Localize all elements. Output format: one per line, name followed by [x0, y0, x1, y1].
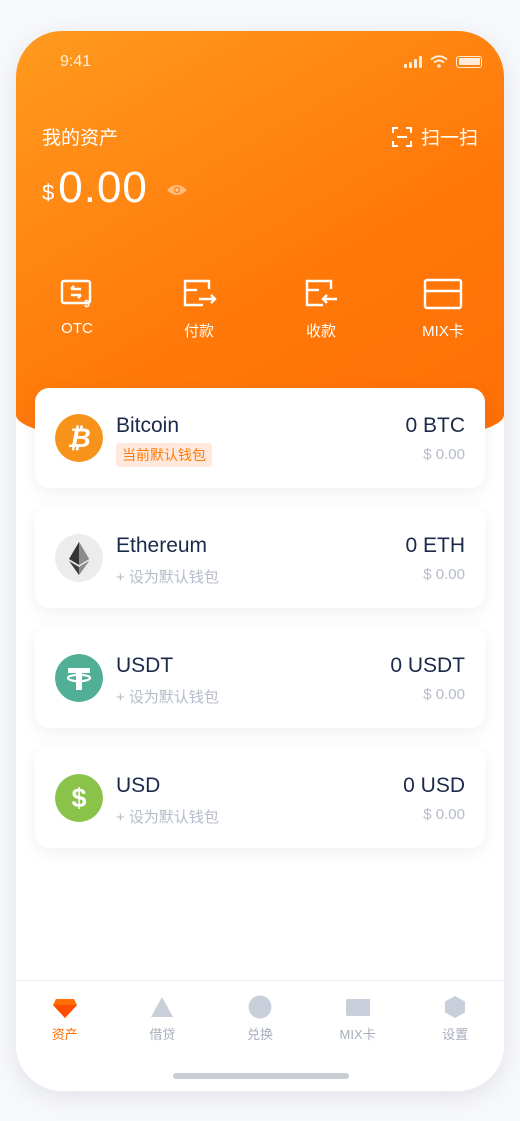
tab-mix-card[interactable]: MIX卡: [309, 995, 407, 1043]
set-default-wallet-link[interactable]: + 设为默认钱包: [116, 806, 219, 827]
svg-text:$: $: [71, 783, 86, 813]
ethereum-icon: [55, 534, 103, 582]
wallet-card-usdt[interactable]: USDT + 设为默认钱包 0 USDT $ 0.00: [35, 628, 485, 728]
wallet-usd-value: $ 0.00: [423, 806, 465, 823]
wallet-amount: 0 BTC: [405, 414, 465, 437]
wallet-usd-value: $ 0.00: [423, 446, 465, 463]
receive-icon: [305, 279, 337, 307]
page-title: 我的资产: [42, 128, 119, 149]
tab-label: 资产: [51, 1027, 78, 1042]
wallet-card-usd[interactable]: $ USD + 设为默认钱包 0 USD $ 0.00: [35, 748, 485, 848]
pay-button[interactable]: 付款: [138, 277, 260, 341]
wallet-amount: 0 ETH: [405, 534, 465, 557]
bottom-tab-bar: 资产 借贷 兑换 MIX卡 设置: [16, 980, 504, 1091]
wifi-icon: [430, 55, 448, 68]
otc-icon: $: [60, 279, 92, 310]
wallet-name: Bitcoin: [116, 414, 180, 437]
signal-icon: [404, 55, 422, 68]
tab-loans[interactable]: 借贷: [114, 995, 212, 1043]
tab-label: MIX卡: [339, 1027, 376, 1042]
scan-button[interactable]: 扫一扫: [391, 123, 478, 150]
scan-icon: [391, 126, 412, 147]
wallet-card-bitcoin[interactable]: ₿ Bitcoin 当前默认钱包 0 BTC $ 0.00: [35, 388, 485, 488]
wallet-amount: 0 USD: [403, 774, 465, 797]
wallet-name: USDT: [116, 654, 174, 677]
hexagon-icon: [445, 996, 466, 1018]
triangle-icon: [151, 997, 174, 1017]
default-wallet-badge: 当前默认钱包: [116, 443, 212, 467]
tether-icon: [55, 654, 103, 702]
svg-text:$: $: [84, 299, 90, 310]
battery-icon: [456, 55, 482, 68]
mix-card-label: MIX卡: [422, 323, 464, 340]
tab-label: 兑换: [246, 1027, 273, 1042]
wallet-card-ethereum[interactable]: Ethereum + 设为默认钱包 0 ETH $ 0.00: [35, 508, 485, 608]
pay-label: 付款: [183, 323, 214, 340]
bitcoin-icon: ₿: [55, 414, 103, 462]
wallet-name: Ethereum: [116, 534, 208, 557]
receive-button[interactable]: 收款: [260, 277, 382, 341]
otc-button[interactable]: $ OTC: [16, 277, 138, 341]
tab-label: 设置: [442, 1027, 469, 1042]
set-default-wallet-link[interactable]: + 设为默认钱包: [116, 686, 219, 707]
status-icons: [404, 55, 482, 68]
mix-card-button[interactable]: MIX卡: [382, 277, 504, 341]
pay-icon: [183, 279, 217, 307]
wallet-usd-value: $ 0.00: [423, 566, 465, 583]
wallet-name: USD: [116, 774, 161, 797]
diamond-icon: [52, 999, 77, 1018]
dollar-icon: $: [55, 774, 103, 822]
otc-label: OTC: [61, 320, 93, 337]
circle-icon: [248, 995, 272, 1019]
wallet-usd-value: $ 0.00: [423, 686, 465, 703]
balance-currency: $: [42, 180, 55, 205]
card-icon: [345, 999, 370, 1016]
card-icon: [423, 278, 463, 310]
total-balance: $ 0.00: [42, 163, 188, 213]
eye-icon[interactable]: [166, 183, 188, 197]
svg-text:₿: ₿: [67, 423, 91, 453]
status-time: 9:41: [60, 53, 92, 70]
home-indicator: [173, 1073, 349, 1079]
tab-label: 借贷: [149, 1027, 176, 1042]
wallet-amount: 0 USDT: [390, 654, 465, 677]
tab-assets[interactable]: 资产: [16, 995, 114, 1043]
set-default-wallet-link[interactable]: + 设为默认钱包: [116, 566, 219, 587]
quick-actions: $ OTC 付款 收款 MIX卡: [16, 277, 504, 341]
tab-exchange[interactable]: 兑换: [211, 995, 309, 1043]
phone-frame: 9:41 我的资产 扫一扫 $ 0.00 $ OTC 付款 收款 MIX卡 ₿ …: [16, 31, 504, 1091]
balance-amount: 0.00: [58, 163, 148, 212]
scan-label: 扫一扫: [420, 128, 478, 149]
status-bar: 9:41: [60, 53, 482, 73]
tab-settings[interactable]: 设置: [406, 995, 504, 1043]
receive-label: 收款: [305, 323, 336, 340]
